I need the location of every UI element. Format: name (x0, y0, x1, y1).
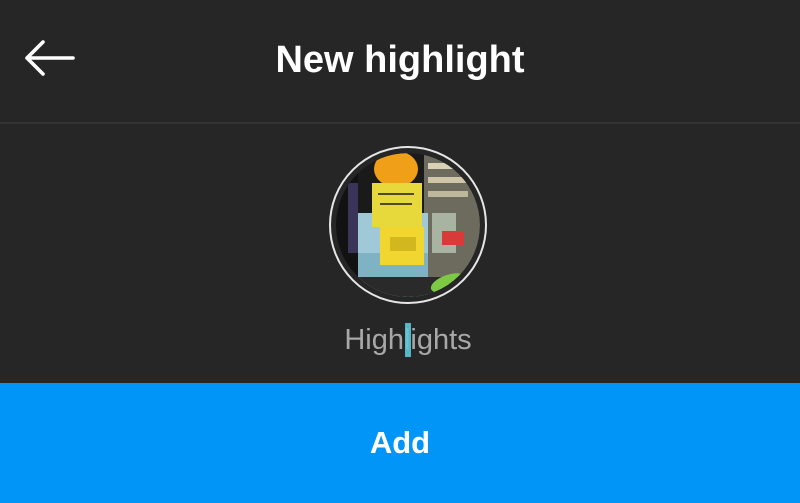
cover-thumbnail-image (336, 153, 480, 297)
add-button[interactable]: Add (0, 383, 800, 503)
page-title: New highlight (275, 39, 525, 81)
top-bar: New highlight (0, 0, 800, 122)
header-divider (0, 122, 800, 124)
text-cursor (405, 323, 411, 357)
new-highlight-screen: New highlight Highlights Add (0, 0, 800, 503)
highlight-cover[interactable] (329, 146, 487, 304)
